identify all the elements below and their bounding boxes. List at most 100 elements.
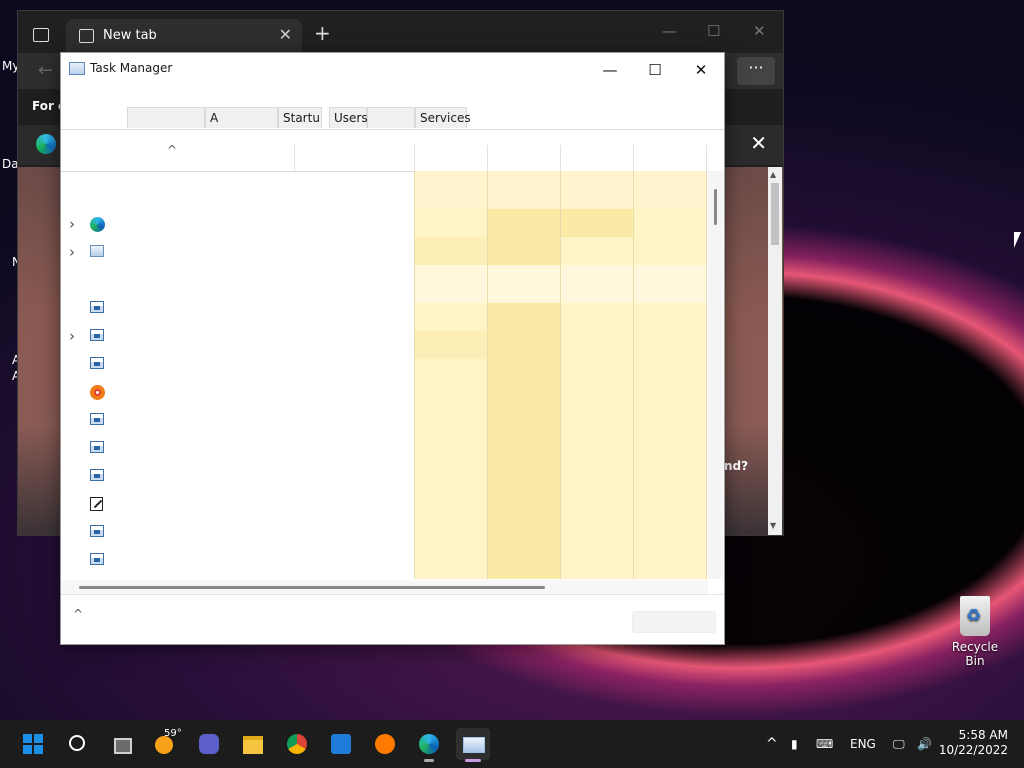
tab-processes[interactable] [61,107,127,128]
process-row[interactable] [61,461,414,489]
language-indicator[interactable]: ENG [850,720,876,768]
column-divider[interactable] [414,145,415,171]
fewer-details-chevron-icon[interactable]: ^ [73,607,83,621]
volume-icon[interactable]: 🔊 [917,720,932,768]
end-task-button[interactable] [632,611,716,633]
heatmap-cell [560,209,633,237]
column-divider[interactable] [633,145,634,171]
back-arrow-icon[interactable]: ← [38,60,53,81]
process-row[interactable] [61,377,414,405]
edge-button[interactable] [412,728,446,762]
clock[interactable]: 5:58 AM 10/22/2022 [939,728,1008,758]
process-row[interactable] [61,545,414,573]
process-row[interactable]: › [61,321,414,349]
scroll-up-icon[interactable]: ▲ [770,170,776,179]
device-icon[interactable]: ▮ [791,720,798,768]
expand-chevron-icon[interactable]: › [69,215,75,233]
taskbar: 59° ^ ▮ ⌨ ENG 🖵 🔊 5:58 AM 10/22/2022 [0,720,1024,768]
process-list[interactable]: › › › [61,171,708,579]
column-divider[interactable] [560,145,561,171]
tab-users[interactable]: Users [329,107,368,128]
browser-tab[interactable]: New tab ✕ [66,19,302,53]
avast-button[interactable] [368,728,402,760]
process-row[interactable] [61,489,414,517]
minimize-icon[interactable]: — [662,22,677,40]
start-button[interactable] [16,728,50,760]
folder-icon [243,736,263,754]
scroll-down-icon[interactable]: ▼ [770,521,776,530]
horizontal-scroll-thumb[interactable] [79,586,545,589]
edge-icon [419,734,439,754]
horizontal-scrollbar[interactable] [61,580,708,594]
heatmap-cell [414,331,487,359]
task-manager-taskbar-button[interactable] [456,728,490,762]
maximize-button[interactable]: ☐ [635,57,675,83]
scroll-thumb[interactable] [771,183,779,245]
process-icon [90,553,104,565]
weather-widget[interactable]: 59° [148,728,182,760]
recycle-bin-shortcut[interactable]: Recycle Bin [944,596,1006,668]
new-tab-plus-icon[interactable]: + [314,21,331,45]
task-manager-icon [90,245,104,257]
vertical-scroll-thumb[interactable] [714,189,717,225]
close-tab-icon[interactable]: ✕ [279,25,292,44]
process-row[interactable]: › [61,209,414,237]
process-icon [90,357,104,369]
active-indicator [465,759,481,762]
expand-chevron-icon[interactable]: › [69,327,75,345]
notepad-icon [90,497,103,511]
tab-services[interactable]: Services [415,107,471,128]
avast-icon [375,734,395,754]
clock-time: 5:58 AM [958,728,1008,742]
heatmap-column-memory [487,171,560,579]
column-header-row: ^ [61,143,708,172]
app-installer-button[interactable] [324,728,358,760]
minimize-button[interactable]: — [590,57,630,83]
process-row[interactable] [61,349,414,377]
clock-date: 10/22/2022 [938,743,1008,757]
process-icon [90,441,104,453]
process-row[interactable] [61,433,414,461]
tab-app-history[interactable]: A [205,107,278,128]
browser-tabstrip: New tab ✕ + — ☐ ✕ [18,11,783,53]
browser-partial-text: nd? [724,459,749,473]
process-row[interactable] [61,405,414,433]
task-manager-icon [463,737,485,753]
show-hidden-icons-chevron[interactable]: ^ [766,720,778,768]
teams-chat-button[interactable] [192,728,226,760]
chrome-button[interactable] [280,728,314,760]
process-row[interactable] [61,265,414,293]
process-row[interactable] [61,517,414,545]
tab-startup[interactable]: Startu [278,107,322,128]
task-manager-window[interactable]: Task Manager — ☐ ✕ A Startu Users Servic… [60,52,725,645]
process-row[interactable]: › [61,237,414,265]
heatmap-column-cpu [414,171,487,579]
sort-chevron-up-icon[interactable]: ^ [167,143,177,157]
tab-details[interactable] [367,107,415,128]
title-bar[interactable]: Task Manager — ☐ ✕ [61,53,724,87]
process-icon [90,301,104,313]
task-view-button[interactable] [104,728,138,760]
column-divider[interactable] [487,145,488,171]
search-button[interactable] [60,728,94,760]
more-options-button[interactable]: ··· [737,57,775,85]
windows-logo-icon [23,734,43,754]
tab-performance[interactable] [127,107,205,128]
browser-tab-title: New tab [103,28,157,43]
column-divider[interactable] [706,145,707,171]
column-divider[interactable] [294,145,295,171]
close-banner-icon[interactable]: ✕ [750,131,767,155]
network-icon[interactable]: 🖵 [893,720,905,768]
process-row[interactable] [61,293,414,321]
maximize-icon[interactable]: ☐ [707,22,720,40]
grid-line [633,171,634,579]
browser-scrollbar[interactable]: ▲ ▼ [768,167,782,535]
file-explorer-button[interactable] [236,728,270,760]
vertical-scrollbar[interactable] [708,171,723,579]
expand-chevron-icon[interactable]: › [69,243,75,261]
recycle-bin-icon [960,596,990,636]
tab-actions-icon[interactable] [33,28,49,42]
keyboard-icon[interactable]: ⌨ [816,720,833,768]
close-icon[interactable]: ✕ [753,22,766,40]
close-button[interactable]: ✕ [681,57,721,83]
